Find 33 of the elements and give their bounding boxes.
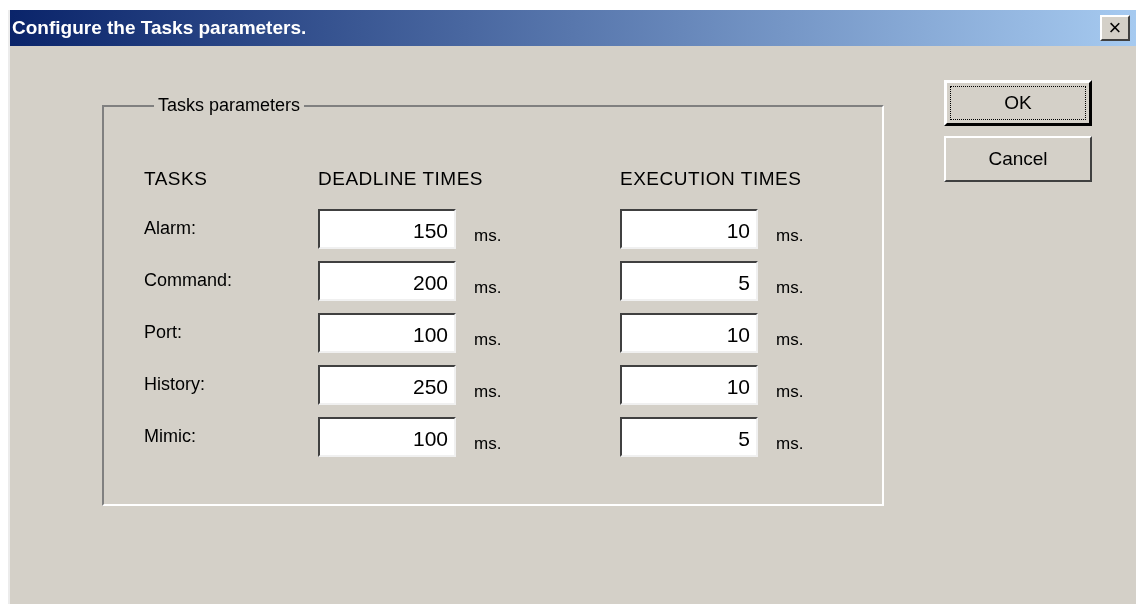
- time-field[interactable]: 5: [620, 417, 758, 457]
- close-button[interactable]: ×: [1100, 15, 1130, 41]
- time-field[interactable]: 10: [620, 209, 758, 249]
- time-field[interactable]: 10: [620, 313, 758, 353]
- group-title: Tasks parameters: [157, 94, 302, 117]
- task-label: Command:: [144, 270, 233, 290]
- time-field[interactable]: 5: [620, 261, 758, 301]
- unit-label: ms.: [776, 329, 804, 351]
- time-field[interactable]: 150: [318, 209, 456, 249]
- time-field[interactable]: 250: [318, 365, 456, 405]
- cancel-button[interactable]: Cancel: [944, 136, 1092, 182]
- column-header: DEADLINE TIMES: [318, 168, 484, 189]
- unit-label: ms.: [474, 329, 502, 351]
- unit-label: ms.: [474, 381, 502, 403]
- unit-label: ms.: [474, 433, 502, 455]
- task-label: Port:: [144, 322, 182, 342]
- time-field[interactable]: 10: [620, 365, 758, 405]
- time-field[interactable]: 100: [318, 417, 456, 457]
- ok-button[interactable]: OK: [944, 80, 1092, 126]
- time-field[interactable]: 200: [318, 261, 456, 301]
- column-header: EXECUTION TIMES: [620, 168, 802, 189]
- unit-label: ms.: [474, 277, 502, 299]
- column-header: TASKS: [144, 168, 208, 189]
- task-label: Mimic:: [144, 426, 196, 446]
- unit-label: ms.: [776, 277, 804, 299]
- unit-label: ms.: [776, 433, 804, 455]
- unit-label: ms.: [474, 225, 502, 247]
- task-label: History:: [144, 374, 205, 394]
- time-field[interactable]: 100: [318, 313, 456, 353]
- window-title: Configure the Tasks parameters.: [12, 15, 307, 40]
- task-label: Alarm:: [144, 218, 196, 238]
- unit-label: ms.: [776, 225, 804, 247]
- unit-label: ms.: [776, 381, 804, 403]
